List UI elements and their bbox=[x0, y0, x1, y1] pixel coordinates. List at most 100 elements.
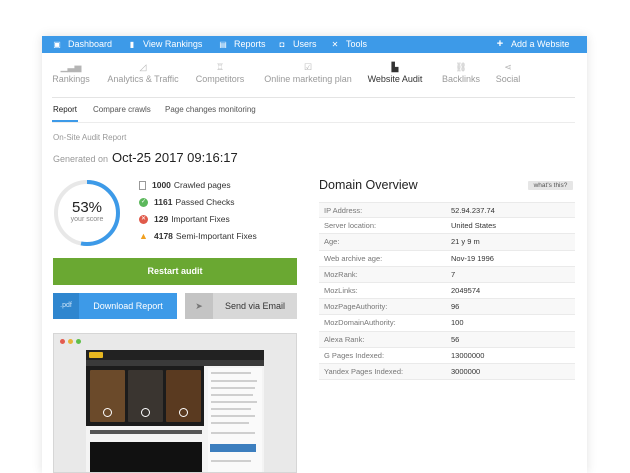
row-value: 3000000 bbox=[451, 366, 481, 376]
row-key: Alexa Rank: bbox=[324, 334, 365, 344]
preview-headline bbox=[90, 430, 202, 434]
table-row: Server location: United States bbox=[319, 218, 575, 235]
topbar-users[interactable]: ◘ Users bbox=[277, 36, 317, 53]
score-value: 53% bbox=[71, 199, 103, 216]
bar-chart-icon: ▁▃▅ bbox=[60, 62, 82, 72]
preview-text-line bbox=[211, 372, 251, 374]
nav-backlinks[interactable]: ⛓ Backlinks bbox=[438, 53, 484, 98]
window-controls bbox=[60, 339, 84, 344]
report-icon: ▤ bbox=[219, 40, 227, 49]
row-key: Web archive age: bbox=[324, 253, 383, 263]
row-key: Server location: bbox=[324, 221, 377, 231]
link-icon: ⛓ bbox=[455, 62, 467, 72]
row-value: 56 bbox=[451, 334, 460, 344]
pdf-badge: .pdf bbox=[53, 293, 79, 319]
main-nav: ▁▃▅ Rankings ◿ Analytics & Traffic ♖ Com… bbox=[42, 53, 587, 98]
topbar-view-rankings[interactable]: ▮ View Rankings bbox=[127, 36, 203, 53]
row-value: Nov-19 1996 bbox=[451, 253, 494, 263]
table-row: Alexa Rank: 56 bbox=[319, 331, 575, 348]
row-key: G Pages Indexed: bbox=[324, 350, 385, 360]
preview-header bbox=[86, 350, 264, 360]
row-key: MozRank: bbox=[324, 269, 358, 279]
report-heading: On-Site Audit Report bbox=[53, 133, 127, 142]
play-icon bbox=[103, 408, 112, 417]
preview-text-line bbox=[211, 432, 255, 434]
stat-semi-important-fixes: ▲ 4178 Semi-Important Fixes bbox=[139, 230, 257, 241]
preview-text-line bbox=[211, 401, 257, 403]
subtab-divider bbox=[52, 122, 575, 123]
preview-logo bbox=[89, 352, 103, 358]
audit-icon: ▙ bbox=[391, 62, 399, 72]
share-icon: ⋖ bbox=[504, 62, 512, 72]
warning-icon: ▲ bbox=[139, 230, 148, 241]
nav-competitors[interactable]: ♖ Competitors bbox=[192, 53, 248, 98]
add-website-button[interactable]: + Add a Website bbox=[495, 36, 570, 53]
row-key: MozLinks: bbox=[324, 285, 358, 295]
play-icon bbox=[179, 408, 188, 417]
nav-online-marketing-plan[interactable]: ☑ Online marketing plan bbox=[260, 53, 356, 98]
nav-website-audit[interactable]: ▙ Website Audit bbox=[364, 53, 426, 98]
plus-icon: + bbox=[496, 38, 504, 50]
website-preview bbox=[53, 333, 297, 473]
table-row: MozLinks: 2049574 bbox=[319, 283, 575, 300]
row-value: 13000000 bbox=[451, 350, 485, 360]
trophy-icon: ♖ bbox=[215, 62, 225, 72]
bar-chart-icon: ▮ bbox=[129, 40, 135, 49]
dashboard-icon: ▣ bbox=[53, 40, 61, 49]
check-icon: ✓ bbox=[139, 197, 148, 207]
restart-audit-button[interactable]: Restart audit bbox=[53, 258, 297, 285]
play-icon bbox=[141, 408, 150, 417]
table-row: IP Address: 52.94.237.74 bbox=[319, 202, 575, 219]
error-icon: ✕ bbox=[139, 214, 148, 224]
preview-text-line bbox=[211, 415, 255, 417]
page-icon bbox=[139, 180, 146, 190]
nav-rankings[interactable]: ▁▃▅ Rankings bbox=[50, 53, 92, 98]
tab-report[interactable]: Report bbox=[53, 105, 77, 114]
row-value: 96 bbox=[451, 302, 460, 312]
preview-text-line bbox=[211, 422, 249, 424]
topbar-dashboard[interactable]: ▣ Dashboard bbox=[52, 36, 112, 53]
paper-plane-icon: ➤ bbox=[185, 293, 213, 319]
generated-date: Oct-25 2017 09:16:17 bbox=[112, 150, 238, 165]
whats-this-button[interactable]: what's this? bbox=[528, 181, 573, 190]
row-key: IP Address: bbox=[324, 206, 363, 215]
nav-analytics-traffic[interactable]: ◿ Analytics & Traffic bbox=[104, 53, 182, 98]
table-row: Age: 21 y 9 m bbox=[319, 234, 575, 251]
row-value: United States bbox=[451, 221, 497, 231]
topbar-tools[interactable]: ✕ Tools bbox=[330, 36, 367, 53]
table-row: MozPageAuthority: 96 bbox=[319, 299, 575, 316]
row-key: Yandex Pages Indexed: bbox=[324, 366, 404, 376]
top-bar: ▣ Dashboard ▮ View Rankings ▤ Reports ◘ User… bbox=[42, 36, 587, 53]
row-key: MozPageAuthority: bbox=[324, 302, 388, 312]
minimize-dot-icon bbox=[68, 339, 73, 344]
table-row: Yandex Pages Indexed: 3000000 bbox=[319, 363, 575, 381]
generated-label: Generated on bbox=[53, 154, 109, 164]
score-label: your score bbox=[70, 216, 104, 223]
row-value: 52.94.237.74 bbox=[451, 206, 495, 215]
preview-screenshot bbox=[86, 350, 264, 472]
preview-button bbox=[210, 444, 256, 452]
app-panel: ▣ Dashboard ▮ View Rankings ▤ Reports ◘ User… bbox=[42, 36, 587, 473]
tab-compare-crawls[interactable]: Compare crawls bbox=[93, 105, 151, 114]
row-key: MozDomainAuthority: bbox=[324, 318, 396, 328]
send-via-email-button[interactable]: ➤ Send via Email bbox=[185, 293, 297, 319]
preview-text-line bbox=[211, 394, 253, 396]
nav-social[interactable]: ⋖ Social bbox=[492, 53, 524, 98]
area-chart-icon: ◿ bbox=[139, 62, 147, 72]
preview-text-line bbox=[211, 408, 251, 410]
table-row: G Pages Indexed: 13000000 bbox=[319, 348, 575, 364]
table-row: MozRank: 7 bbox=[319, 266, 575, 283]
nav-divider bbox=[52, 97, 575, 98]
preview-text-line bbox=[211, 387, 255, 389]
row-value: 100 bbox=[451, 318, 464, 328]
topbar-reports[interactable]: ▤ Reports bbox=[218, 36, 265, 53]
tab-page-changes-monitoring[interactable]: Page changes monitoring bbox=[165, 105, 256, 114]
close-dot-icon bbox=[60, 339, 65, 344]
domain-overview-table: IP Address: 52.94.237.74 Server location: U… bbox=[319, 202, 575, 381]
download-report-button[interactable]: .pdf Download Report bbox=[53, 293, 177, 319]
stat-passed-checks: ✓ 1161 Passed Checks bbox=[139, 197, 235, 207]
preview-sidebar bbox=[208, 368, 262, 472]
table-row: MozDomainAuthority: 100 bbox=[319, 315, 575, 332]
row-value: 7 bbox=[451, 269, 456, 279]
tools-icon: ✕ bbox=[331, 40, 339, 49]
